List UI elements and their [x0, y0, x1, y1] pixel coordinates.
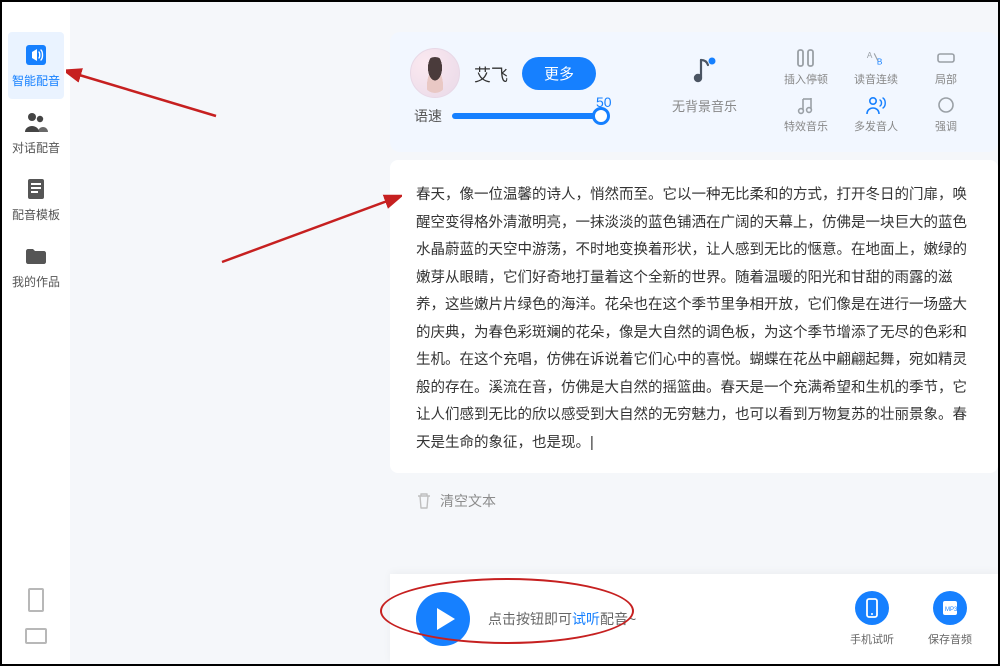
- svg-text:A: A: [867, 51, 873, 60]
- play-icon: [437, 608, 455, 630]
- music-effect-icon: [795, 95, 817, 115]
- tool-multi-speaker[interactable]: 多发音人: [844, 95, 908, 134]
- speed-control: 语速 50: [410, 106, 640, 126]
- sidebar-bottom: [2, 588, 70, 644]
- tool-label: 插入停顿: [784, 71, 828, 87]
- footer-bar: 点击按钮即可试听配音~ 手机试听 MP3 保存音频: [390, 574, 998, 664]
- music-label: 无背景音乐: [672, 96, 737, 115]
- tool-label: 多发音人: [854, 118, 898, 134]
- sidebar-item-label: 我的作品: [12, 273, 60, 290]
- sidebar-item-label: 智能配音: [12, 72, 60, 89]
- speed-value: 50: [596, 94, 612, 110]
- speed-label: 语速: [414, 106, 442, 126]
- save-audio-label: 保存音频: [928, 631, 972, 647]
- save-circle-icon: MP3: [933, 591, 967, 625]
- tool-label: 特效音乐: [784, 118, 828, 134]
- tool-label: 强调: [935, 118, 957, 134]
- clear-text-label: 清空文本: [440, 491, 496, 511]
- sidebar-item-dialog-dub[interactable]: 对话配音: [2, 99, 70, 166]
- text-editor[interactable]: 春天，像一位温馨的诗人，悄然而至。它以一种无比柔和的方式，打开冬日的门扉，唤醒空…: [390, 160, 998, 473]
- more-voices-button[interactable]: 更多: [522, 57, 596, 90]
- pause-icon: [795, 48, 817, 68]
- ab-icon: AB: [865, 48, 887, 68]
- desktop-device-icon[interactable]: [25, 628, 47, 644]
- content-area: 艾飞 更多 语速 50 无背景音乐: [70, 2, 998, 664]
- tool-local[interactable]: 局部: [914, 48, 978, 87]
- clear-text-button[interactable]: 清空文本: [416, 491, 998, 511]
- voice-block: 艾飞 更多 语速 50: [410, 48, 640, 126]
- hint-suffix: 配音~: [600, 611, 636, 627]
- segment-icon: [935, 48, 957, 68]
- speaker-person-icon: [865, 95, 887, 115]
- tool-emphasis[interactable]: 强调: [914, 95, 978, 134]
- sidebar-item-my-works[interactable]: 我的作品: [2, 233, 70, 300]
- svg-text:MP3: MP3: [945, 607, 958, 613]
- tool-label: 局部: [935, 71, 957, 87]
- play-button[interactable]: [416, 592, 470, 646]
- background-music[interactable]: 无背景音乐: [658, 48, 751, 121]
- mobile-preview-button[interactable]: 手机试听: [850, 591, 894, 647]
- sidebar-item-smart-dub[interactable]: 智能配音: [8, 32, 64, 99]
- folder-icon: [23, 243, 49, 269]
- trash-icon: [416, 492, 432, 510]
- emphasis-icon: [935, 95, 957, 115]
- sidebar-item-label: 配音模板: [12, 206, 60, 223]
- speed-slider[interactable]: [452, 113, 602, 119]
- mobile-preview-label: 手机试听: [850, 631, 894, 647]
- tool-insert-pause[interactable]: 插入停顿: [774, 48, 838, 87]
- tool-label: 读音连续: [854, 71, 898, 87]
- voice-name: 艾飞: [474, 61, 508, 86]
- sidebar-item-templates[interactable]: 配音模板: [2, 166, 70, 233]
- document-icon: [23, 176, 49, 202]
- music-note-icon: [688, 54, 722, 88]
- body-text: 春天，像一位温馨的诗人，悄然而至。它以一种无比柔和的方式，打开冬日的门扉，唤醒空…: [416, 187, 967, 451]
- main-panel: 艾飞 更多 语速 50 无背景音乐: [390, 32, 998, 664]
- people-icon: [23, 109, 49, 135]
- tool-grid: 插入停顿 AB 读音连续 局部 特效音乐: [774, 48, 978, 134]
- play-hint: 点击按钮即可试听配音~: [488, 609, 636, 629]
- save-audio-button[interactable]: MP3 保存音频: [928, 591, 972, 647]
- svg-text:B: B: [877, 57, 883, 66]
- settings-header: 艾飞 更多 语速 50 无背景音乐: [390, 32, 998, 152]
- voice-avatar[interactable]: [410, 48, 460, 98]
- mobile-device-icon[interactable]: [28, 588, 44, 612]
- mobile-circle-icon: [855, 591, 889, 625]
- sidebar-item-label: 对话配音: [12, 139, 60, 156]
- sidebar: 智能配音 对话配音 配音模板 我的作品: [2, 2, 71, 664]
- tool-sound-effect[interactable]: 特效音乐: [774, 95, 838, 134]
- speaker-icon: [23, 42, 49, 68]
- hint-highlight: 试听: [572, 611, 600, 627]
- hint-prefix: 点击按钮即可: [488, 611, 572, 627]
- tool-continuous-read[interactable]: AB 读音连续: [844, 48, 908, 87]
